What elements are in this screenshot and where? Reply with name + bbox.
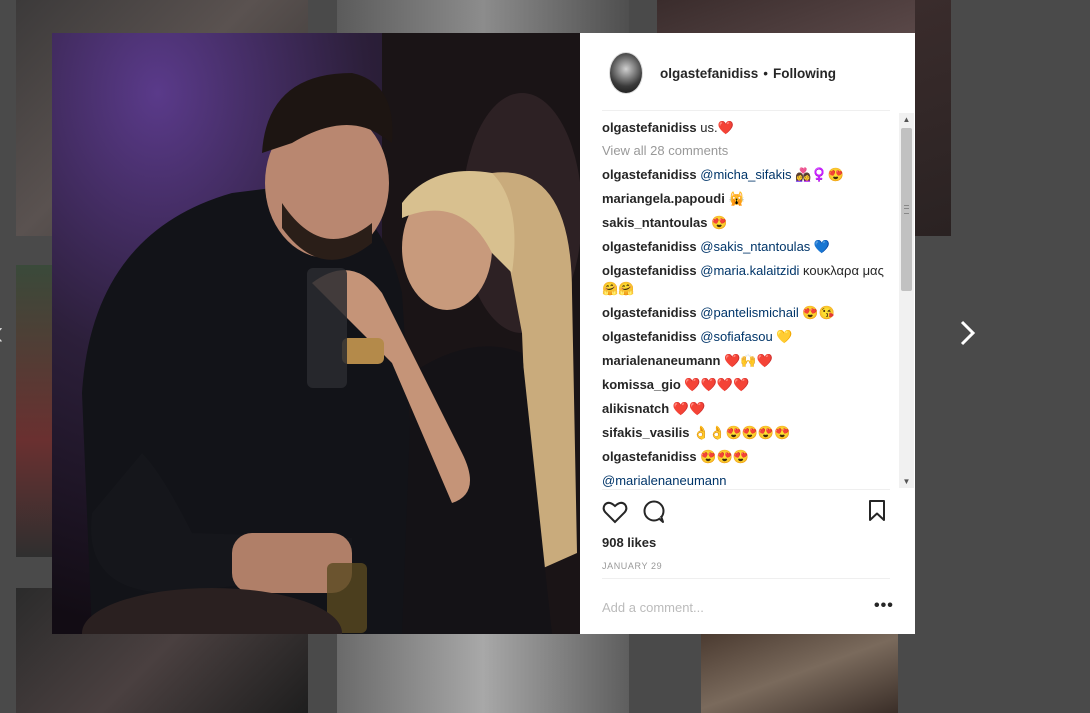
scrollbar-thumb[interactable] xyxy=(901,128,912,291)
comment-username[interactable]: olgastefanidiss xyxy=(602,329,697,344)
like-heart-icon[interactable] xyxy=(602,500,628,529)
comment-username[interactable]: olgastefanidiss xyxy=(602,167,697,182)
post-photo xyxy=(52,33,580,634)
comment-text: 👩‍❤️‍👩♀️😍 xyxy=(791,167,844,182)
comment-item: olgastefanidiss @maria.kalaitzidi κουκλα… xyxy=(602,262,898,298)
comment-item: olgastefanidiss @micha_sifakis 👩‍❤️‍👩♀️😍 xyxy=(602,166,898,184)
comment-text: ❤️🙌❤️ xyxy=(724,353,773,368)
save-bookmark-icon[interactable] xyxy=(868,500,886,527)
comment-item: olgastefanidiss @sakis_ntantoulas 💙 xyxy=(602,238,898,256)
more-options-icon[interactable]: ••• xyxy=(874,597,894,615)
view-all-comments-link[interactable]: View all 28 comments xyxy=(602,143,898,158)
comment-item: @marialenaneumann xyxy=(602,472,898,489)
comment-text: ❤️❤️❤️❤️ xyxy=(684,377,750,392)
scroll-down-arrow-icon[interactable]: ▼ xyxy=(899,475,914,488)
comment-item: olgastefanidiss @sofiafasou 💛 xyxy=(602,328,898,346)
comment-mention-link[interactable]: @sakis_ntantoulas xyxy=(700,239,810,254)
like-count[interactable]: 908 likes xyxy=(602,535,656,550)
comment-username[interactable]: marialenaneumann xyxy=(602,353,721,368)
comment-text: 👌👌😍😍😍😍 xyxy=(693,425,791,440)
comment-text: 😍😘 xyxy=(798,305,835,320)
comment-text: ❤️❤️ xyxy=(672,401,706,416)
comment-mention-link[interactable]: @marialenaneumann xyxy=(602,473,727,488)
comment-text: 💙 xyxy=(810,239,831,254)
avatar[interactable] xyxy=(609,52,643,94)
comment-item: marialenaneumann ❤️🙌❤️ xyxy=(602,352,898,370)
comment-item: mariangela.papoudi 🙀 xyxy=(602,190,898,208)
previous-post-chevron-left-icon[interactable]: ‹ xyxy=(0,316,3,350)
divider xyxy=(602,578,890,579)
comment-item: alikisnatch ❤️❤️ xyxy=(602,400,898,418)
post-actions xyxy=(602,500,892,526)
next-post-chevron-right-icon[interactable] xyxy=(958,316,978,356)
comment-mention-link[interactable]: @sofiafasou xyxy=(700,329,772,344)
divider xyxy=(602,110,890,111)
post-date: JANUARY 29 xyxy=(602,561,663,571)
comment-mention-link[interactable]: @pantelismichail xyxy=(700,305,798,320)
caption: olgastefanidiss us.❤️ xyxy=(602,119,898,137)
caption-text: us.❤️ xyxy=(700,120,734,135)
comment-item: olgastefanidiss 😍😍😍 xyxy=(602,448,898,466)
post-header: olgastefanidiss • Following xyxy=(602,52,836,94)
post-modal: olgastefanidiss • Following olgastefanid… xyxy=(52,33,915,634)
background-feed-tile xyxy=(337,0,629,34)
background-feed-tile xyxy=(16,265,52,557)
comment-item: sifakis_vasilis 👌👌😍😍😍😍 xyxy=(602,424,898,442)
comments-list: olgastefanidiss us.❤️ View all 28 commen… xyxy=(602,119,898,489)
comment-username[interactable]: olgastefanidiss xyxy=(602,305,697,320)
comment-text: 😍😍😍 xyxy=(700,449,749,464)
comment-mention-link[interactable]: @micha_sifakis xyxy=(700,167,791,182)
divider xyxy=(602,489,890,490)
comment-mention-link[interactable]: @maria.kalaitzidi xyxy=(700,263,799,278)
comment-username[interactable]: alikisnatch xyxy=(602,401,669,416)
scroll-up-arrow-icon[interactable]: ▲ xyxy=(899,113,914,126)
comment-text: 💛 xyxy=(772,329,793,344)
background-feed-tile xyxy=(701,633,898,713)
comment-text: 🙀 xyxy=(728,191,745,206)
comment-item: komissa_gio ❤️❤️❤️❤️ xyxy=(602,376,898,394)
add-comment-input[interactable]: Add a comment... xyxy=(602,600,704,615)
comment-username[interactable]: mariangela.papoudi xyxy=(602,191,725,206)
following-button[interactable]: Following xyxy=(773,66,836,81)
comment-username[interactable]: sifakis_vasilis xyxy=(602,425,689,440)
background-feed-tile xyxy=(337,633,629,713)
comment-username[interactable]: olgastefanidiss xyxy=(602,449,697,464)
post-author-username[interactable]: olgastefanidiss xyxy=(660,66,758,81)
post-photo-illustration xyxy=(82,33,580,634)
comment-username[interactable]: komissa_gio xyxy=(602,377,681,392)
comment-username[interactable]: sakis_ntantoulas xyxy=(602,215,708,230)
comment-bubble-icon[interactable] xyxy=(642,500,666,529)
comment-username[interactable]: olgastefanidiss xyxy=(602,239,697,254)
background-feed-tile xyxy=(915,0,951,236)
comment-username[interactable]: olgastefanidiss xyxy=(602,263,697,278)
post-details-panel: olgastefanidiss • Following olgastefanid… xyxy=(580,33,915,634)
comment-item: olgastefanidiss @pantelismichail 😍😘 xyxy=(602,304,898,322)
comment-item: sakis_ntantoulas 😍 xyxy=(602,214,898,232)
caption-username[interactable]: olgastefanidiss xyxy=(602,120,697,135)
header-separator: • xyxy=(763,65,769,81)
comments-scrollbar[interactable]: ▲ ▼ xyxy=(899,113,914,488)
comment-text: 😍 xyxy=(711,215,728,230)
